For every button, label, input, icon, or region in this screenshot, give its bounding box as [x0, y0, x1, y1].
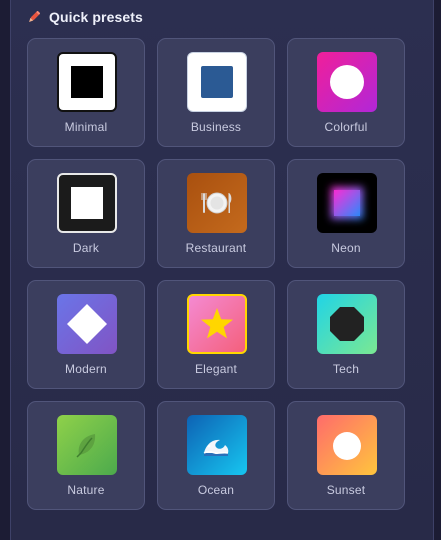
preset-label: Neon	[331, 241, 361, 255]
preset-label: Restaurant	[185, 241, 247, 255]
section-header: Quick presets	[26, 6, 143, 28]
pencil-icon	[29, 11, 40, 22]
preset-card-colorful[interactable]: Colorful	[287, 38, 405, 147]
preset-card-minimal[interactable]: Minimal	[27, 38, 145, 147]
preset-card-tech[interactable]: Tech	[287, 280, 405, 389]
sun-circle-icon	[317, 415, 377, 475]
preset-label: Sunset	[326, 483, 366, 497]
black-square-icon	[57, 52, 117, 112]
star-icon	[187, 294, 247, 354]
preset-card-elegant[interactable]: Elegant	[157, 280, 275, 389]
preset-card-restaurant[interactable]: Restaurant	[157, 159, 275, 268]
preset-label: Tech	[332, 362, 360, 376]
wave-icon	[187, 415, 247, 475]
preset-card-neon[interactable]: Neon	[287, 159, 405, 268]
leaf-icon	[57, 415, 117, 475]
plate-cutlery-icon	[187, 173, 247, 233]
preset-label: Minimal	[64, 120, 108, 134]
preset-card-modern[interactable]: Modern	[27, 280, 145, 389]
preset-label: Elegant	[194, 362, 238, 376]
preset-label: Colorful	[324, 120, 368, 134]
preset-label: Ocean	[197, 483, 235, 497]
preset-label: Modern	[65, 362, 107, 376]
white-square-icon	[57, 173, 117, 233]
glowing-square-icon	[317, 173, 377, 233]
octagon-icon	[317, 294, 377, 354]
preset-grid: Minimal Business Colorful Dark Restauran…	[27, 38, 405, 510]
preset-card-nature[interactable]: Nature	[27, 401, 145, 510]
preset-card-ocean[interactable]: Ocean	[157, 401, 275, 510]
white-circle-icon	[317, 52, 377, 112]
section-title: Quick presets	[49, 9, 143, 25]
preset-card-dark[interactable]: Dark	[27, 159, 145, 268]
preset-label: Business	[190, 120, 242, 134]
preset-card-sunset[interactable]: Sunset	[287, 401, 405, 510]
preset-card-business[interactable]: Business	[157, 38, 275, 147]
preset-label: Dark	[72, 241, 100, 255]
diamond-icon	[57, 294, 117, 354]
preset-label: Nature	[67, 483, 105, 497]
blue-square-icon	[187, 52, 247, 112]
